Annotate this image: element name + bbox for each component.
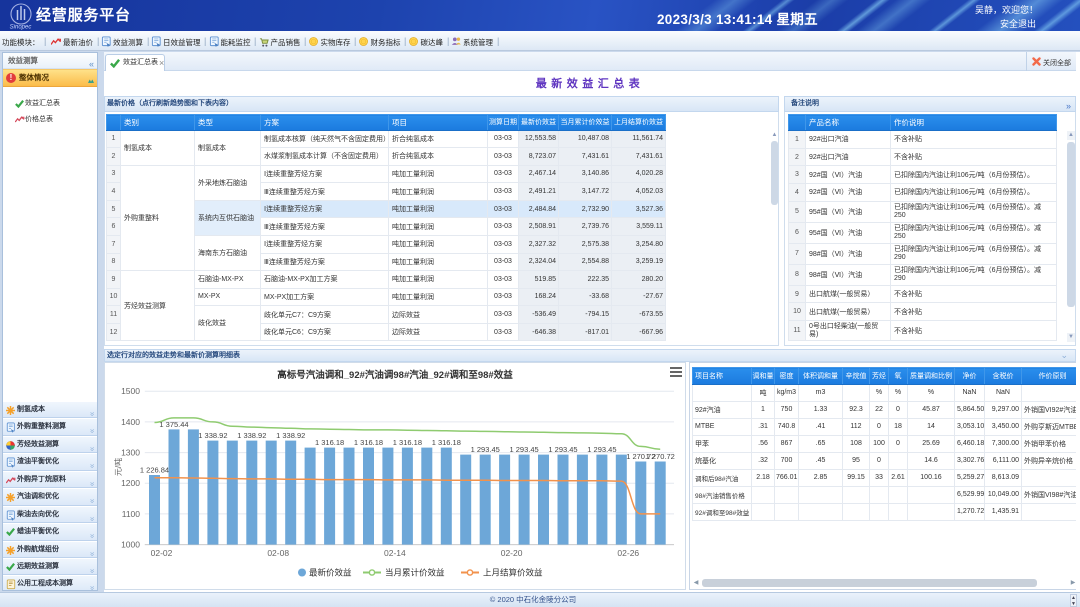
svg-text:1 270.72: 1 270.72 [646,452,675,461]
svg-text:1 316.18: 1 316.18 [315,438,344,447]
svg-text:上月结算价效益: 上月结算价效益 [483,568,543,578]
svg-text:1 293.45: 1 293.45 [587,445,616,454]
svg-text:元/吨: 元/吨 [113,458,123,476]
svg-text:当月累计价效益: 当月累计价效益 [385,568,445,578]
svg-text:1 293.45: 1 293.45 [471,445,500,454]
svg-text:02-08: 02-08 [267,548,289,558]
svg-text:1 316.18: 1 316.18 [393,438,422,447]
svg-text:Sinopec: Sinopec [10,25,32,31]
svg-text:1 293.45: 1 293.45 [548,445,577,454]
svg-text:1 338.92: 1 338.92 [237,431,266,440]
svg-text:02-14: 02-14 [384,548,406,558]
svg-text:1 293.45: 1 293.45 [509,445,538,454]
svg-text:1 226.84: 1 226.84 [140,466,169,475]
svg-text:1000: 1000 [121,540,140,550]
svg-text:1 375.44: 1 375.44 [159,420,188,429]
svg-text:1500: 1500 [121,386,140,396]
svg-text:1 316.18: 1 316.18 [354,438,383,447]
svg-text:1300: 1300 [121,448,140,458]
svg-text:1400: 1400 [121,417,140,427]
svg-text:1 316.18: 1 316.18 [432,438,461,447]
svg-text:1 338.92: 1 338.92 [198,431,227,440]
svg-text:02-26: 02-26 [617,548,639,558]
svg-text:高标号汽油调和_92#汽油调98#汽油_92#调和至98#效: 高标号汽油调和_92#汽油调98#汽油_92#调和至98#效益 [277,369,513,381]
svg-text:1100: 1100 [122,509,141,519]
svg-text:02-02: 02-02 [151,548,173,558]
svg-text:最新价效益: 最新价效益 [309,568,352,578]
svg-text:1200: 1200 [121,478,140,488]
svg-text:02-20: 02-20 [501,548,523,558]
svg-text:1 338.92: 1 338.92 [276,431,305,440]
